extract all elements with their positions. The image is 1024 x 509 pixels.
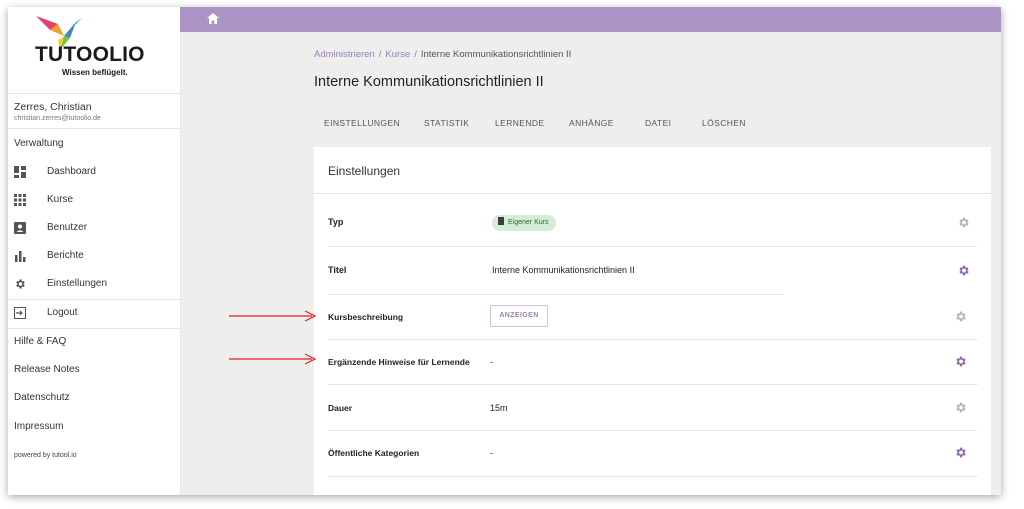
- sidebar-link-hilfe[interactable]: Hilfe & FAQ: [14, 336, 66, 347]
- course-type-value: Eigener Kurs: [508, 219, 549, 226]
- sidebar-link-datenschutz[interactable]: Datenschutz: [14, 392, 70, 403]
- divider: [328, 294, 784, 295]
- sidebar: TUTOOLIO Wissen beflügelt. Zerres, Chris…: [8, 7, 181, 495]
- section-label-verwaltung: Verwaltung: [14, 138, 64, 149]
- card-title: Einstellungen: [328, 164, 401, 178]
- duration-value: 15m: [490, 403, 508, 413]
- sidebar-item-einstellungen[interactable]: Einstellungen: [8, 272, 180, 298]
- divider: [8, 299, 180, 300]
- breadcrumb-separator: /: [378, 49, 382, 60]
- divider: [8, 128, 180, 129]
- dashboard-icon: [14, 166, 26, 178]
- row-label-ergaenzende-hinweise: Ergänzende Hinweise für Lernende: [328, 357, 470, 367]
- breadcrumb-separator: /: [414, 49, 417, 60]
- show-description-button[interactable]: ANZEIGEN: [490, 305, 548, 327]
- row-label-titel: Titel: [328, 265, 347, 275]
- edit-gear-icon-dauer[interactable]: [954, 401, 967, 414]
- sidebar-item-label: Einstellungen: [47, 278, 108, 289]
- edit-gear-icon-kategorien[interactable]: [954, 446, 967, 459]
- app-window: TUTOOLIO Wissen beflügelt. Zerres, Chris…: [8, 7, 1001, 495]
- divider: [328, 476, 977, 477]
- settings-card: Einstellungen Typ Eigener Kurs Titel Int…: [314, 147, 991, 495]
- logout-button[interactable]: Logout: [8, 301, 180, 327]
- tutoolio-logo[interactable]: TUTOOLIO Wissen beflügelt.: [35, 16, 156, 80]
- top-bar: [180, 7, 1001, 32]
- home-icon[interactable]: [207, 11, 219, 24]
- sidebar-link-release-notes[interactable]: Release Notes: [14, 364, 80, 375]
- tab-anhaenge[interactable]: ANHÄNGE: [569, 118, 614, 128]
- sidebar-item-label: Dashboard: [47, 166, 96, 177]
- edit-gear-icon-hinweise[interactable]: [954, 355, 967, 368]
- hints-value: -: [490, 357, 493, 367]
- course-type-badge: Eigener Kurs: [492, 215, 557, 231]
- breadcrumb-item-administrieren[interactable]: Administrieren: [314, 49, 375, 60]
- sidebar-item-benutzer[interactable]: Benutzer: [8, 216, 180, 242]
- row-label-dauer: Dauer: [328, 403, 353, 413]
- sidebar-item-kurse[interactable]: Kurse: [8, 188, 180, 214]
- divider: [314, 193, 991, 194]
- divider: [328, 384, 977, 385]
- categories-value: -: [490, 448, 493, 458]
- sidebar-item-dashboard[interactable]: Dashboard: [8, 160, 180, 186]
- person-icon: [14, 222, 26, 234]
- user-name: Zerres, Christian: [14, 101, 92, 113]
- tab-lernende[interactable]: LERNENDE: [495, 118, 545, 128]
- divider: [328, 246, 977, 247]
- gear-icon: [14, 278, 26, 290]
- sidebar-item-label: Benutzer: [47, 222, 88, 233]
- edit-gear-icon-typ[interactable]: [957, 216, 970, 229]
- tab-datei[interactable]: DATEI: [645, 118, 671, 128]
- sidebar-item-label: Berichte: [47, 250, 84, 261]
- edit-gear-icon-titel[interactable]: [957, 264, 970, 277]
- divider: [8, 93, 180, 94]
- tab-statistik[interactable]: STATISTIK: [424, 118, 469, 128]
- sidebar-item-label: Kurse: [47, 194, 74, 205]
- tab-loeschen[interactable]: LÖSCHEN: [702, 118, 746, 128]
- tab-einstellungen[interactable]: EINSTELLUNGEN: [324, 118, 400, 128]
- divider: [328, 430, 977, 431]
- row-label-kursbeschreibung: Kursbeschreibung: [328, 312, 404, 322]
- bar-chart-icon: [14, 250, 26, 262]
- divider: [328, 339, 977, 340]
- row-label-typ: Typ: [328, 217, 344, 227]
- user-email: christian.zerres@tutoolio.de: [14, 115, 101, 122]
- grid-icon: [14, 194, 26, 206]
- edit-gear-icon-kursbeschreibung[interactable]: [954, 310, 967, 323]
- logout-label: Logout: [47, 307, 78, 318]
- breadcrumb-item-kurse[interactable]: Kurse: [385, 49, 410, 60]
- breadcrumb: Administrieren / Kurse / Interne Kommunikati…: [314, 49, 571, 60]
- sidebar-item-berichte[interactable]: Berichte: [8, 244, 180, 270]
- row-label-oeffentliche-kategorien: Öffentliche Kategorien: [328, 448, 420, 458]
- brand-name: TUTOOLIO: [35, 43, 145, 66]
- document-icon: [498, 217, 504, 226]
- brand-tagline: Wissen beflügelt.: [62, 68, 128, 77]
- breadcrumb-item-current: Interne Kommunikationsrichtlinien II: [420, 49, 572, 60]
- powered-by: powered by tutool.io: [14, 452, 77, 459]
- course-title-value: Interne Kommunikationsrichtlinien II: [492, 265, 635, 275]
- logout-icon: [14, 307, 26, 319]
- divider: [8, 328, 180, 329]
- page-title: Interne Kommunikationsrichtlinien II: [314, 74, 544, 90]
- sidebar-link-impressum[interactable]: Impressum: [14, 421, 63, 432]
